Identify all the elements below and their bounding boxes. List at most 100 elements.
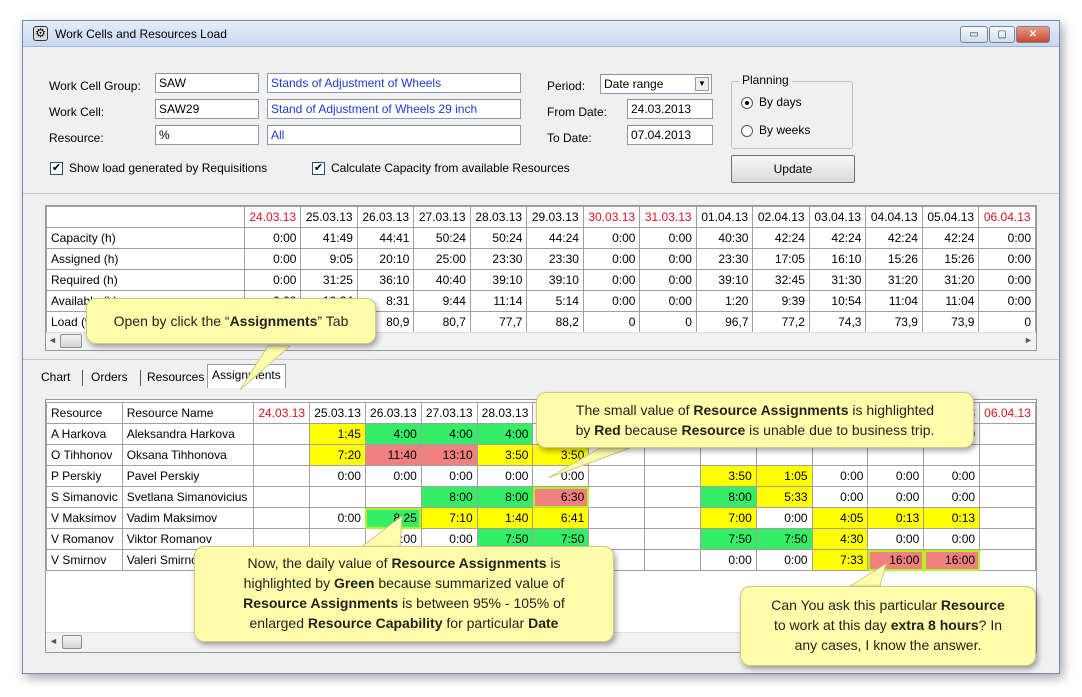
assignment-cell[interactable]: 3:50 <box>699 465 757 487</box>
assignment-cell[interactable]: 4:00 <box>420 423 478 445</box>
assignment-cell[interactable]: 1:05 <box>755 465 813 487</box>
load-cell: 88,2 <box>526 311 584 333</box>
from-date-input[interactable]: 24.03.2013 <box>627 99 713 119</box>
scroll-left-icon[interactable]: ◄ <box>49 636 58 646</box>
assignment-cell[interactable] <box>979 486 1036 508</box>
scroll-thumb[interactable] <box>62 635 82 649</box>
assignment-cell[interactable] <box>253 465 311 487</box>
assignment-cell[interactable]: 8:25 <box>364 507 422 529</box>
assignment-cell[interactable]: 8:00 <box>476 486 534 508</box>
assignment-cell[interactable] <box>253 423 311 445</box>
assignment-cell[interactable]: 11:40 <box>364 444 422 466</box>
work-cell-name-input[interactable]: Stand of Adjustment of Wheels 29 inch <box>267 99 521 119</box>
work-cell-group-name-input[interactable]: Stands of Adjustment of Wheels <box>267 73 521 93</box>
tab-chart[interactable]: Chart <box>37 367 74 389</box>
assignment-cell[interactable]: 1:40 <box>476 507 534 529</box>
to-date-input[interactable]: 07.04.2013 <box>627 125 713 145</box>
assignment-cell[interactable]: 8:00 <box>699 486 757 508</box>
scroll-thumb[interactable] <box>60 334 82 348</box>
assignment-cell[interactable]: 0:00 <box>755 549 813 571</box>
assignment-cell[interactable]: 0:00 <box>923 486 981 508</box>
assignment-cell[interactable]: 0:00 <box>923 528 981 550</box>
assignment-cell[interactable] <box>364 486 422 508</box>
assignment-cell[interactable]: 1:45 <box>309 423 366 445</box>
maximize-button[interactable]: ▢ <box>989 26 1015 43</box>
assignment-cell[interactable] <box>979 549 1036 571</box>
assignment-cell[interactable] <box>253 507 311 529</box>
minimize-button[interactable]: ▭ <box>960 26 988 43</box>
assignment-cell[interactable]: 7:00 <box>699 507 757 529</box>
assignment-cell[interactable]: 0:00 <box>309 507 366 529</box>
assignment-cell[interactable]: 0:00 <box>755 507 813 529</box>
assignment-cell[interactable]: 8:00 <box>420 486 478 508</box>
assignment-cell[interactable]: 4:05 <box>811 507 869 529</box>
assignment-cell[interactable]: 0:00 <box>699 549 757 571</box>
assignment-cell[interactable]: 6:30 <box>532 486 590 508</box>
assignment-cell[interactable]: 7:50 <box>699 528 757 550</box>
dropdown-arrow-icon[interactable]: ▼ <box>695 77 709 91</box>
resource-code-input[interactable]: % <box>155 125 259 145</box>
assignment-cell[interactable]: 0:00 <box>923 465 981 487</box>
update-button[interactable]: Update <box>731 155 855 183</box>
tab-orders[interactable]: Orders <box>87 367 132 389</box>
assignment-cell[interactable]: 0:13 <box>923 507 981 529</box>
by-weeks-radio[interactable] <box>741 125 753 137</box>
assignment-cell[interactable]: 16:00 <box>867 549 925 571</box>
table-row[interactable]: P Perskiy Pavel Perskiy 0:00 0:00 0:00 0:00 0:… <box>46 465 1036 487</box>
assignment-cell[interactable]: 3:50 <box>476 444 534 466</box>
assignment-cell[interactable] <box>644 528 701 550</box>
assignment-cell[interactable]: 4:00 <box>476 423 534 445</box>
work-cell-code-input[interactable]: SAW29 <box>155 99 259 119</box>
title-bar[interactable]: ⚙ Work Cells and Resources Load ▭ ▢ ✕ <box>23 21 1059 47</box>
assignment-cell[interactable] <box>253 486 311 508</box>
assignment-cell[interactable]: 0:00 <box>867 465 925 487</box>
by-days-radio[interactable] <box>741 97 753 109</box>
assignment-cell[interactable]: 0:00 <box>811 465 869 487</box>
assignment-cell[interactable] <box>588 507 646 529</box>
assignment-cell[interactable] <box>979 507 1036 529</box>
close-button[interactable]: ✕ <box>1016 26 1050 43</box>
assignment-cell[interactable] <box>309 486 366 508</box>
tab-resources[interactable]: Resources <box>143 367 208 389</box>
assignment-cell[interactable] <box>644 549 701 571</box>
calc-capacity-checkbox[interactable]: ✔ <box>312 162 325 175</box>
assignment-cell[interactable]: 0:00 <box>867 528 925 550</box>
show-load-checkbox[interactable]: ✔ <box>50 162 63 175</box>
table-row[interactable]: S Simanovic Svetlana Simanovicius 8:00 8:00… <box>46 486 1036 508</box>
assignment-cell[interactable] <box>644 486 701 508</box>
assignment-cell[interactable]: 0:00 <box>867 486 925 508</box>
assignment-cell[interactable]: 4:00 <box>364 423 422 445</box>
assignment-cell[interactable]: 7:33 <box>811 549 869 571</box>
assignment-cell[interactable]: 0:00 <box>811 486 869 508</box>
assignment-cell[interactable]: 13:10 <box>420 444 478 466</box>
assignment-cell[interactable]: 0:13 <box>867 507 925 529</box>
table-row[interactable]: V Maksimov Vadim Maksimov 0:00 8:25 7:10 1:40… <box>46 507 1036 529</box>
assignment-cell[interactable] <box>644 465 701 487</box>
assignment-cell[interactable]: 5:33 <box>755 486 813 508</box>
assignment-cell[interactable]: 0:00 <box>420 465 478 487</box>
assignment-cell[interactable] <box>588 465 646 487</box>
assignment-cell[interactable]: 16:00 <box>923 549 981 571</box>
scroll-left-icon[interactable]: ◄ <box>48 335 57 345</box>
assignment-cell[interactable] <box>253 444 311 466</box>
assignment-cell[interactable]: 7:20 <box>309 444 366 466</box>
assignment-cell[interactable]: 0:00 <box>476 465 534 487</box>
assignment-cell[interactable]: 0:00 <box>364 465 422 487</box>
resource-name-input[interactable]: All <box>267 125 521 145</box>
assignment-cell[interactable]: 6:41 <box>532 507 590 529</box>
assignment-cell[interactable] <box>644 507 701 529</box>
assignment-cell[interactable]: 7:50 <box>755 528 813 550</box>
assignment-cell[interactable] <box>979 444 1036 466</box>
assignment-cell[interactable] <box>979 528 1036 550</box>
assignment-cell[interactable] <box>979 423 1036 445</box>
tab-assignments[interactable]: Assignments <box>207 364 286 388</box>
work-cell-group-code-input[interactable]: SAW <box>155 73 259 93</box>
assignment-cell[interactable]: 7:10 <box>420 507 478 529</box>
assignment-cell[interactable]: 0:00 <box>309 465 366 487</box>
assignment-cell[interactable]: 0:00 <box>532 465 590 487</box>
period-select[interactable]: Date range ▼ <box>600 74 712 94</box>
assignment-cell[interactable]: 4:30 <box>811 528 869 550</box>
scroll-right-icon[interactable]: ► <box>1024 335 1033 345</box>
assignment-cell[interactable] <box>979 465 1036 487</box>
assignment-cell[interactable] <box>588 486 646 508</box>
